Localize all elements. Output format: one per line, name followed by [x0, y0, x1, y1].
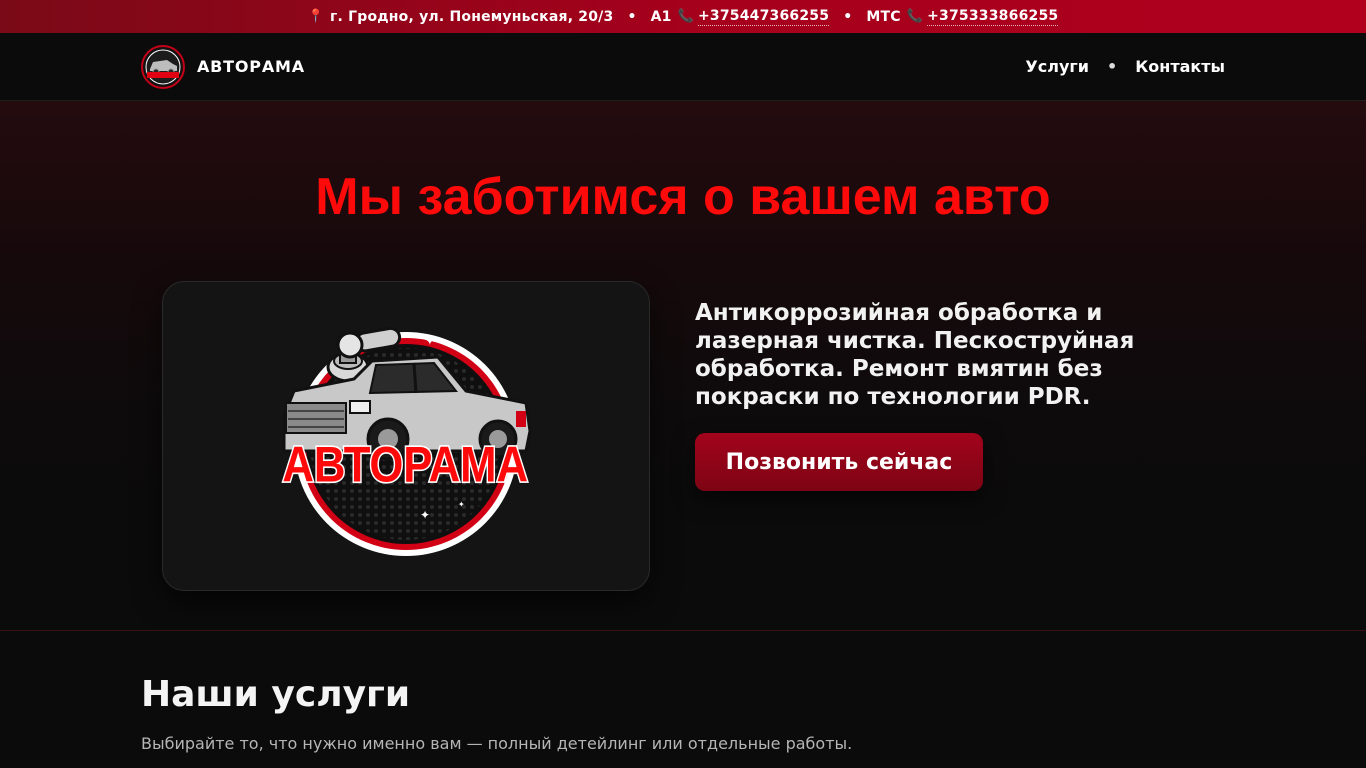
main-navigation: АВТОРАМА Услуги • Контакты [0, 33, 1366, 101]
svg-text:✦: ✦ [424, 333, 436, 349]
nav-link-contacts[interactable]: Контакты [1135, 57, 1225, 76]
a1-phone-link[interactable]: +375447366255 [697, 8, 830, 26]
svg-text:✦: ✦ [420, 508, 430, 522]
autorama-logo: АВТОРАМА ✦ ✦ ✦ [281, 326, 532, 556]
phone-icon: 📞 [677, 9, 694, 24]
logo-wordmark: АВТОРАМА [282, 437, 528, 492]
brand-logo-icon [141, 44, 185, 89]
nav-menu: Услуги • Контакты [1025, 57, 1225, 76]
brand-name: АВТОРАМА [197, 57, 305, 76]
call-now-button[interactable]: Позвонить сейчас [695, 433, 983, 491]
svg-text:✦: ✦ [458, 500, 465, 509]
mts-label: МТС [866, 8, 901, 25]
separator: • [843, 8, 853, 25]
phone-icon: 📞 [906, 9, 924, 24]
hero-logo-card: АВТОРАМА ✦ ✦ ✦ [162, 281, 650, 591]
separator: • [627, 8, 637, 25]
top-info-bar: 📍 г. Гродно, ул. Понемуньская, 20/3 • A1… [0, 0, 1366, 33]
hero-title: Мы заботимся о вашем авто [315, 168, 1051, 226]
services-title: Наши услуги [141, 674, 411, 715]
a1-label: A1 [650, 8, 672, 25]
brand-link[interactable]: АВТОРАМА [141, 44, 305, 89]
services-subtitle: Выбирайте то, что нужно именно вам — пол… [141, 734, 853, 753]
nav-link-services[interactable]: Услуги [1025, 57, 1089, 76]
nav-separator: • [1106, 57, 1118, 76]
hero-description: Антикоррозийная обработка и лазерная чис… [695, 300, 1135, 410]
services-section: Наши услуги Выбирайте то, что нужно имен… [0, 632, 1366, 768]
location-pin-icon: 📍 [307, 9, 325, 24]
mts-phone-link[interactable]: +375333866255 [927, 8, 1059, 26]
hero-section: Мы заботимся о вашем авто АВТОРАМА ✦ ✦ ✦… [0, 101, 1366, 631]
address-text: г. Гродно, ул. Понемуньская, 20/3 [330, 8, 614, 25]
